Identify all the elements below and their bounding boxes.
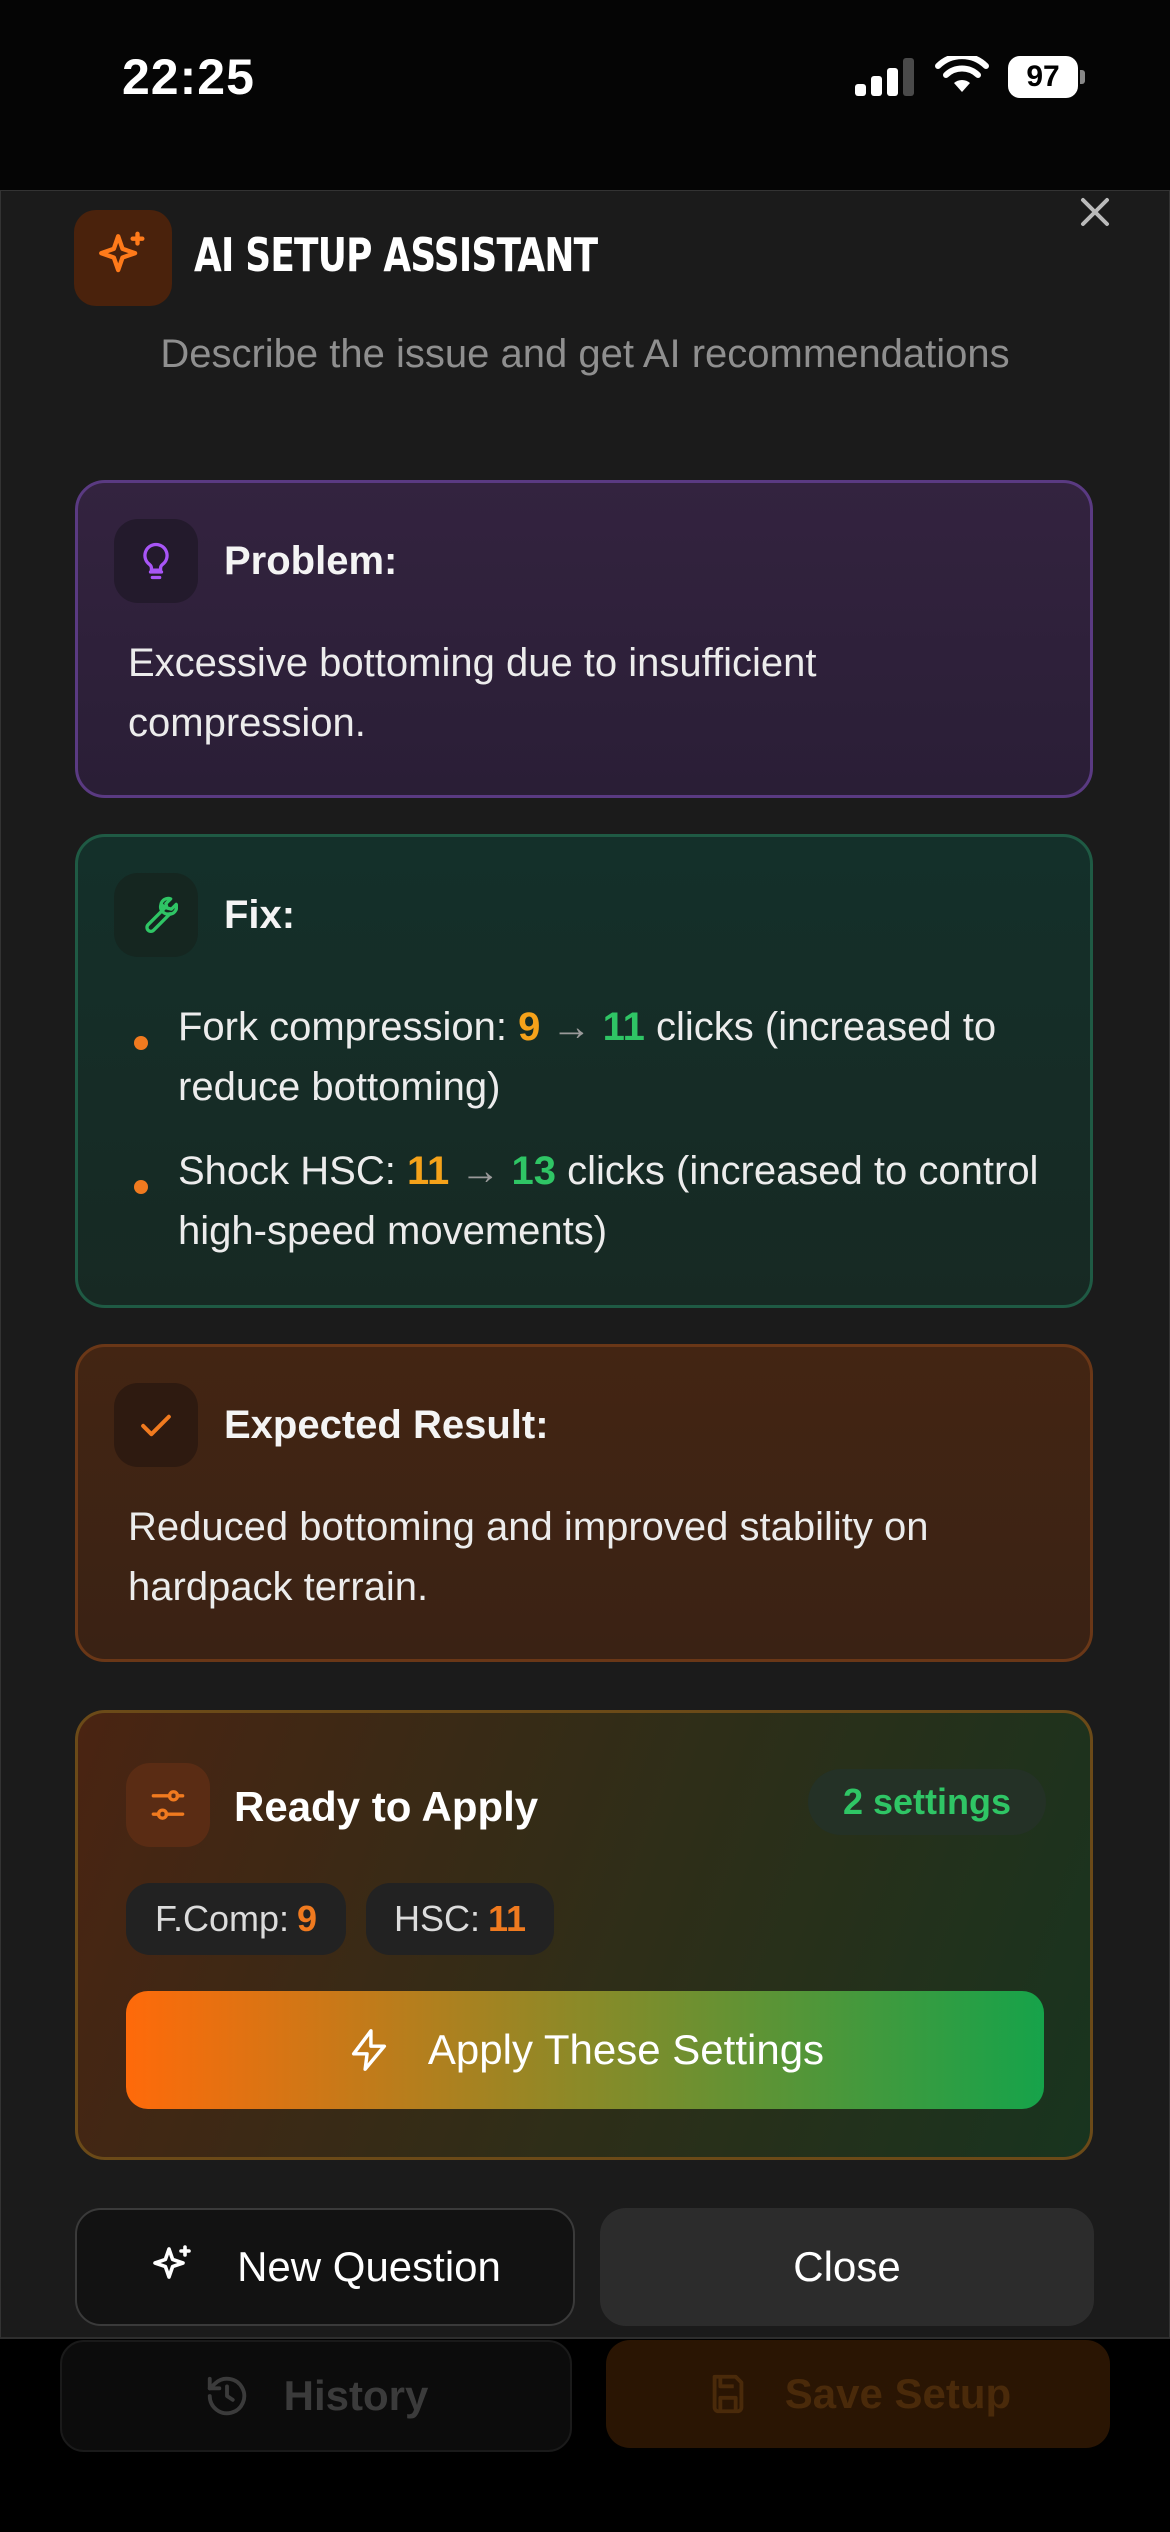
result-text: Reduced bottoming and improved stability… (128, 1505, 929, 1609)
problem-label: Problem: (224, 539, 398, 583)
close-button[interactable]: Close (600, 2208, 1094, 2326)
bullet-dot (134, 1180, 148, 1194)
problem-text: Excessive bottoming due to insufficient … (128, 641, 817, 745)
ready-to-apply-card: Ready to Apply 2 settings F.Comp: 9 HSC:… (75, 1710, 1093, 2160)
sparkle-icon (153, 2245, 191, 2279)
setting-chip: HSC: 11 (366, 1883, 554, 1955)
setting-chip-value: 11 (487, 1898, 527, 1939)
setting-chip-label: HSC: (393, 1898, 480, 1939)
status-time: 22:25 (122, 49, 255, 105)
fix-label: Fix: (224, 893, 296, 937)
close-label: Close (793, 2243, 901, 2290)
save-setup-button[interactable]: Save Setup (606, 2340, 1110, 2448)
save-setup-label: Save Setup (784, 2370, 1012, 2417)
new-question-button[interactable]: New Question (75, 2208, 575, 2326)
fix-item-old-value: 9 (518, 1005, 541, 1049)
fix-item-name: Shock HSC: (178, 1149, 396, 1193)
sliders-icon (126, 1763, 210, 1847)
history-button[interactable]: History (60, 2340, 572, 2452)
fix-item-arrow: → (551, 1005, 592, 1049)
fix-item-new-value: 13 (511, 1149, 557, 1193)
bullet-dot (134, 1036, 148, 1050)
expected-result-card: Expected Result: Reduced bottoming and i… (75, 1344, 1093, 1662)
lightning-icon (351, 2029, 386, 2071)
setting-chip-label: F.Comp: (154, 1898, 289, 1939)
status-bar: 22:25 97 (0, 0, 1170, 190)
page-subtitle: Describe the issue and get AI recommenda… (160, 332, 1010, 376)
sparkle-icon (74, 210, 172, 306)
fix-item-name: Fork compression: (178, 1005, 507, 1049)
fix-card: Fix: Fork compression: 9 → 11 clicks (in… (75, 834, 1093, 1308)
fix-item-new-value: 11 (602, 1005, 645, 1049)
new-question-label: New Question (237, 2243, 501, 2290)
result-label: Expected Result: (224, 1403, 549, 1447)
fix-item: Shock HSC: 11 → 13 clicks (increased to … (178, 1141, 1068, 1261)
fix-item-old-value: 11 (406, 1149, 450, 1193)
save-icon (712, 2374, 744, 2414)
battery-icon: 97 (1008, 56, 1086, 98)
setting-chip: F.Comp: 9 (126, 1883, 346, 1955)
lightbulb-icon (114, 519, 198, 603)
history-label: History (283, 2372, 429, 2419)
setting-chip-value: 9 (297, 1898, 318, 1939)
history-icon (207, 2376, 246, 2416)
apply-title: Ready to Apply (234, 1783, 539, 1830)
settings-count-badge: 2 settings (808, 1769, 1046, 1835)
wifi-icon (935, 56, 989, 92)
close-icon[interactable] (1075, 192, 1115, 232)
apply-settings-label: Apply These Settings (427, 2026, 825, 2073)
page-title: AI SETUP ASSISTANT (194, 228, 598, 282)
wrench-icon (114, 873, 198, 957)
check-icon (114, 1383, 198, 1467)
fix-item: Fork compression: 9 → 11 clicks (increas… (178, 997, 1068, 1117)
battery-level: 97 (1008, 56, 1078, 98)
apply-settings-button[interactable]: Apply These Settings (126, 1991, 1044, 2109)
problem-card: Problem: Excessive bottoming due to insu… (75, 480, 1093, 798)
fix-item-arrow: → (460, 1149, 501, 1193)
cellular-signal-icon (855, 58, 915, 96)
